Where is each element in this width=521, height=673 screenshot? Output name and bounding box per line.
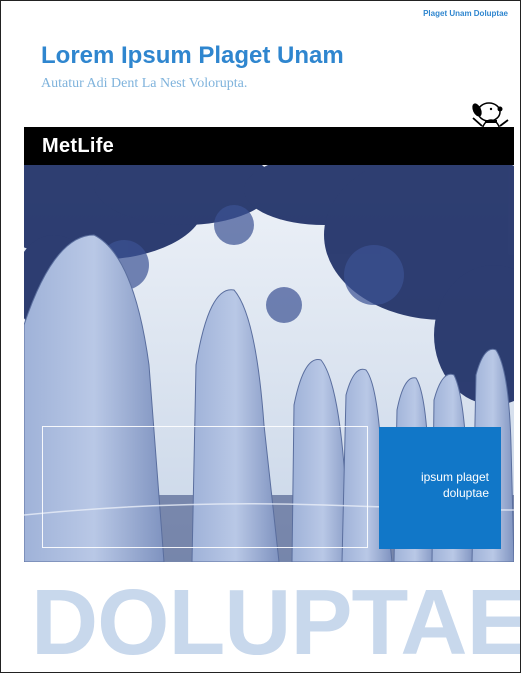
caption-text: ipsum plaget doluptae bbox=[379, 469, 489, 501]
brand-bar: MetLife bbox=[24, 127, 514, 165]
page-title: Lorem Ipsum Plaget Unam bbox=[41, 42, 344, 69]
brand-logo: MetLife bbox=[42, 135, 115, 157]
caption-box: ipsum plaget doluptae bbox=[379, 427, 501, 549]
page-subtitle: Autatur Adi Dent La Nest Volorupta. bbox=[41, 76, 248, 91]
header-tag: Plaget Unam Doluptae bbox=[423, 9, 508, 18]
photo-frame-outline bbox=[42, 426, 368, 548]
caption-line-2: doluptae bbox=[442, 486, 489, 500]
caption-line-1: ipsum plaget bbox=[420, 470, 489, 484]
hero-photo: ipsum plaget doluptae bbox=[24, 165, 514, 562]
big-headline-word: DOLUPTAE bbox=[31, 570, 521, 673]
document-page: Plaget Unam Doluptae Lorem Ipsum Plaget … bbox=[0, 0, 521, 673]
